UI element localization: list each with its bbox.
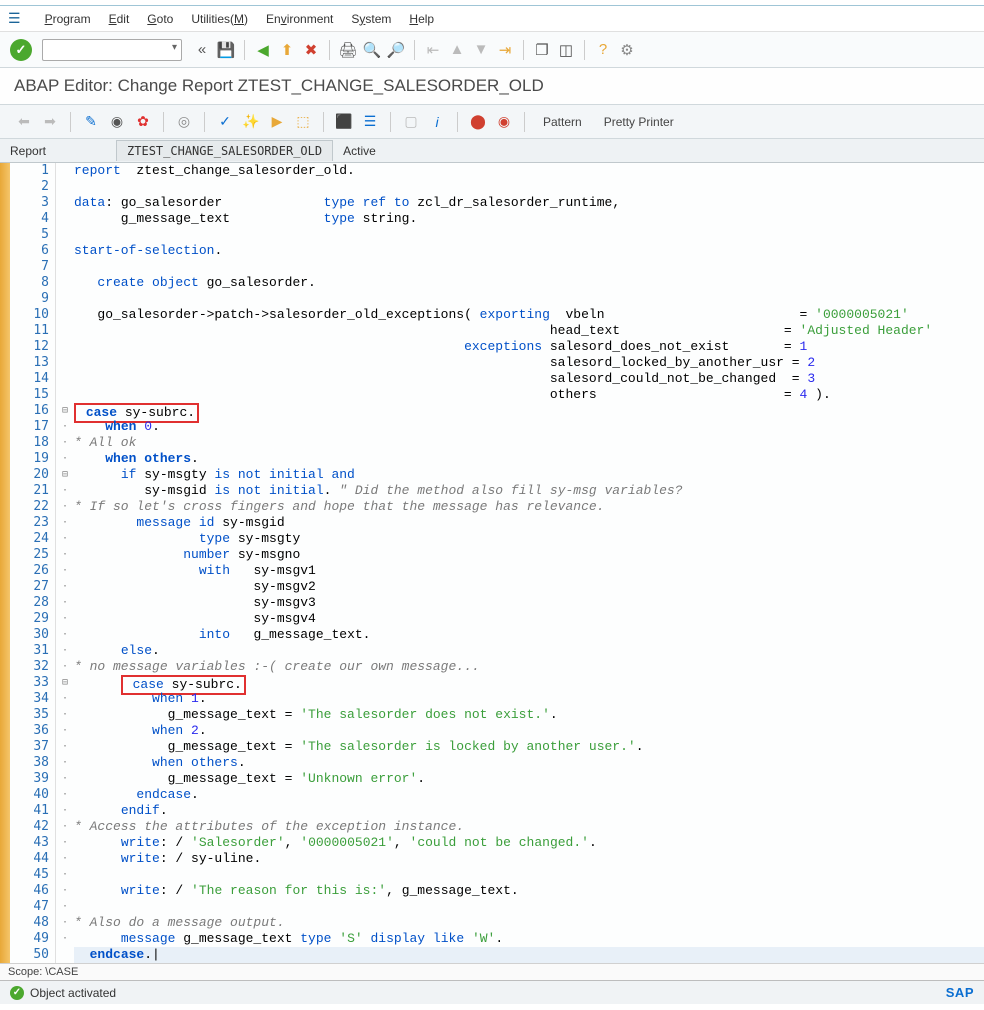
status-message: Object activated [30, 986, 116, 1000]
active-status: Active [333, 144, 386, 158]
change-marker-strip [0, 163, 10, 963]
menu-help[interactable]: Help [409, 12, 434, 26]
activate-icon[interactable]: ✨ [241, 112, 261, 132]
toolbar-separator [244, 40, 245, 60]
breakpoint-icon[interactable]: ⬤ [468, 112, 488, 132]
shortcut-icon[interactable]: ◫ [556, 40, 576, 60]
enter-button[interactable] [10, 39, 32, 61]
toolbar-separator [414, 40, 415, 60]
page-title: ABAP Editor: Change Report ZTEST_CHANGE_… [0, 68, 984, 105]
nav-stack-icon[interactable]: ☰ [360, 112, 380, 132]
toolbar-separator [204, 112, 205, 132]
report-name-tab[interactable]: ZTEST_CHANGE_SALESORDER_OLD [116, 140, 333, 161]
find-next-icon[interactable]: 🔎 [386, 40, 406, 60]
settings-icon[interactable]: ⚙ [617, 40, 637, 60]
help-abap-icon[interactable]: i [427, 112, 447, 132]
back-double-icon[interactable]: « [192, 40, 212, 60]
toolbar-separator [457, 112, 458, 132]
nav-back-icon[interactable]: ⬅ [14, 112, 34, 132]
test-icon[interactable]: ▶ [267, 112, 287, 132]
nav-forward-icon[interactable]: ➡ [40, 112, 60, 132]
fold-column[interactable]: ⊟···⊟············⊟················ [56, 163, 74, 963]
toolbar-separator [523, 40, 524, 60]
page-last-icon[interactable]: ⇥ [495, 40, 515, 60]
where-used-icon[interactable]: ⬚ [293, 112, 313, 132]
toolbar-separator [390, 112, 391, 132]
line-number-gutter[interactable]: 1234567891011121314151617181920212223242… [10, 163, 56, 963]
page-first-icon[interactable]: ⇤ [423, 40, 443, 60]
active-inactive-icon[interactable]: ◉ [107, 112, 127, 132]
find-icon[interactable]: 🔍 [362, 40, 382, 60]
toolbar-separator [584, 40, 585, 60]
toolbar-separator [329, 40, 330, 60]
cancel-icon[interactable]: ✖ [301, 40, 321, 60]
other-object-icon[interactable]: ✿ [133, 112, 153, 132]
code-editor[interactable]: 1234567891011121314151617181920212223242… [0, 163, 984, 963]
standard-toolbar: « 💾 ◀ ⬆ ✖ 🖨 🔍 🔎 ⇤ ▲ ▼ ⇥ ❐ ◫ ? ⚙ [0, 32, 984, 68]
scope-indicator: Scope: \CASE [0, 963, 984, 980]
sap-logo: SAP [946, 985, 974, 1000]
breakpoint-ext-icon[interactable]: ◉ [494, 112, 514, 132]
toolbar-separator [70, 112, 71, 132]
code-content[interactable]: report ztest_change_salesorder_old.data:… [74, 163, 984, 963]
page-up-icon[interactable]: ▲ [447, 40, 467, 60]
menu-bar: ☰ Program Edit Goto Utilities(M) Environ… [0, 6, 984, 32]
toolbar-separator [323, 112, 324, 132]
save-icon[interactable]: 💾 [216, 40, 236, 60]
report-bar: Report ZTEST_CHANGE_SALESORDER_OLD Activ… [0, 139, 984, 163]
display-change-icon[interactable]: ✎ [81, 112, 101, 132]
fullscreen-icon[interactable]: ▢ [401, 112, 421, 132]
toolbar-separator [524, 112, 525, 132]
back-icon[interactable]: ◀ [253, 40, 273, 60]
command-field[interactable] [42, 39, 182, 61]
menu-goto[interactable]: Goto [147, 12, 173, 26]
menu-edit[interactable]: Edit [109, 12, 130, 26]
help-icon[interactable]: ? [593, 40, 613, 60]
print-icon[interactable]: 🖨 [338, 40, 358, 60]
menu-program[interactable]: Program [45, 12, 91, 26]
object-list-icon[interactable]: ⬛ [334, 112, 354, 132]
report-label: Report [0, 144, 56, 158]
status-check-icon [10, 986, 24, 1000]
application-toolbar: ⬅ ➡ ✎ ◉ ✿ ◎ ✓ ✨ ▶ ⬚ ⬛ ☰ ▢ i ⬤ ◉ Pattern … [0, 105, 984, 139]
new-session-icon[interactable]: ❐ [532, 40, 552, 60]
enhance-icon[interactable]: ◎ [174, 112, 194, 132]
menu-utilities[interactable]: Utilities(M) [191, 12, 248, 26]
page-down-icon[interactable]: ▼ [471, 40, 491, 60]
menu-system[interactable]: System [351, 12, 391, 26]
pattern-button[interactable]: Pattern [543, 115, 582, 129]
toolbar-separator [163, 112, 164, 132]
exit-icon[interactable]: ⬆ [277, 40, 297, 60]
menu-environment[interactable]: Environment [266, 12, 333, 26]
check-icon[interactable]: ✓ [215, 112, 235, 132]
menu-app-icon[interactable]: ☰ [8, 10, 21, 27]
pretty-printer-button[interactable]: Pretty Printer [604, 115, 674, 129]
status-bar: Object activated SAP [0, 980, 984, 1004]
